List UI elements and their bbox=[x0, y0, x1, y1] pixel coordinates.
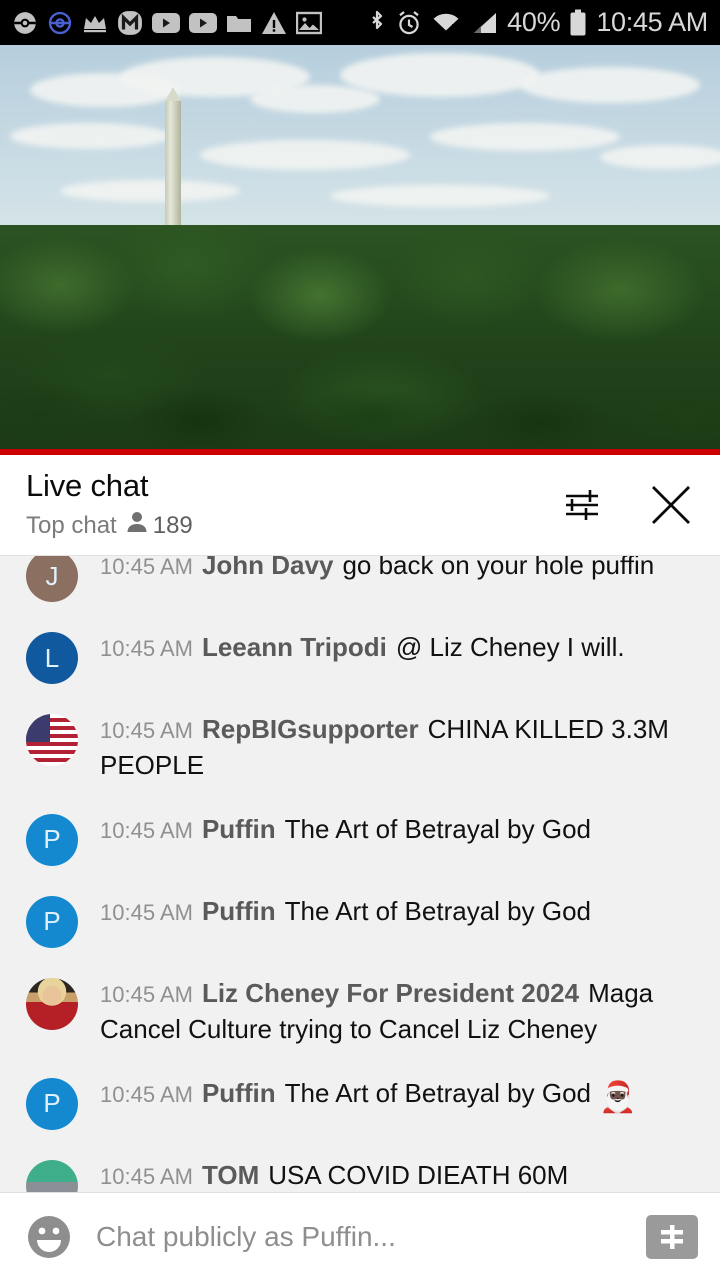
avatar[interactable]: L bbox=[26, 632, 78, 684]
foreground-trees bbox=[0, 375, 720, 455]
cloud-shape bbox=[600, 145, 720, 169]
avatar[interactable] bbox=[26, 977, 78, 1030]
avatar[interactable] bbox=[26, 714, 78, 766]
cloud-shape bbox=[250, 85, 380, 113]
chat-message[interactable]: P 10:45 AM Puffin The Art of Betrayal by Go… bbox=[0, 798, 720, 880]
chat-subtitle-row: Top chat 189 bbox=[26, 510, 560, 541]
message-author[interactable]: Leeann Tripodi bbox=[202, 632, 387, 662]
message-timestamp: 10:45 AM bbox=[100, 1081, 193, 1107]
chat-message-body: 10:45 AM Puffin The Art of Betrayal by God bbox=[100, 812, 702, 848]
status-bar-clock: 10:45 AM bbox=[596, 7, 708, 37]
chat-message[interactable]: P 10:45 AM Puffin The Art of Betrayal by Go… bbox=[0, 1062, 720, 1144]
live-chat-header: Live chat Top chat 189 bbox=[0, 455, 720, 555]
wifi-icon bbox=[431, 11, 461, 35]
cloud-shape bbox=[430, 123, 620, 151]
alarm-clock-icon bbox=[396, 10, 422, 36]
viewer-count: 189 bbox=[126, 510, 193, 541]
message-emoji: 🎅🏿 bbox=[591, 1080, 637, 1114]
chat-message-list[interactable]: J 10:45 AM John Davy go back on your hole p… bbox=[0, 555, 720, 1192]
message-author[interactable]: TOM bbox=[202, 1160, 259, 1190]
chat-message[interactable]: 10:45 AM RepBIGsupporter CHINA KILLED 3.3M… bbox=[0, 698, 720, 798]
page-title: Live chat bbox=[26, 467, 149, 503]
status-bar-system-icons: 40% 10:45 AM bbox=[367, 7, 708, 38]
message-text: go back on your hole puffin bbox=[342, 555, 655, 580]
chat-message[interactable]: P 10:45 AM Puffin The Art of Betrayal by Go… bbox=[0, 880, 720, 962]
chat-input-bar bbox=[0, 1192, 720, 1280]
super-chat-dollar-icon[interactable] bbox=[646, 1214, 698, 1259]
chat-message-body: 10:45 AM TOM USA COVID DIEATH 60M bbox=[100, 1158, 702, 1193]
bluetooth-icon bbox=[367, 9, 387, 37]
message-author[interactable]: Puffin bbox=[202, 1078, 276, 1108]
person-icon bbox=[126, 510, 148, 541]
cloud-shape bbox=[330, 185, 550, 207]
chat-message[interactable]: 10:45 AM Liz Cheney For President 2024 Mag… bbox=[0, 962, 720, 1062]
emoji-smiley-icon[interactable] bbox=[22, 1210, 76, 1264]
status-bar: 40% 10:45 AM bbox=[0, 0, 720, 45]
pokeball-outline-icon bbox=[47, 10, 73, 36]
avatar[interactable]: P bbox=[26, 813, 78, 866]
message-text: USA COVID DIEATH 60M bbox=[268, 1159, 569, 1190]
top-chat-selector[interactable]: Top chat bbox=[26, 512, 117, 540]
chat-header-text: Live chat Top chat 189 bbox=[26, 467, 560, 541]
youtube-play-icon-2 bbox=[189, 12, 217, 33]
viewer-count-label: 189 bbox=[152, 511, 193, 539]
avatar[interactable]: J bbox=[26, 556, 78, 602]
avatar[interactable]: P bbox=[26, 1077, 78, 1130]
message-timestamp: 10:45 AM bbox=[100, 1163, 193, 1189]
chat-message[interactable]: L 10:45 AM Leeann Tripodi @ Liz Cheney I wi… bbox=[0, 616, 720, 698]
avatar[interactable] bbox=[26, 1159, 78, 1192]
message-text: The Art of Betrayal by God bbox=[284, 1077, 591, 1108]
crown-icon bbox=[82, 13, 108, 33]
chat-message-body: 10:45 AM Puffin The Art of Betrayal by God bbox=[100, 894, 702, 930]
cloud-shape bbox=[200, 140, 410, 170]
m-badge-icon bbox=[117, 10, 143, 36]
message-timestamp: 10:45 AM bbox=[100, 555, 193, 579]
chat-input[interactable] bbox=[96, 1220, 646, 1253]
message-text: @ Liz Cheney I will. bbox=[395, 632, 625, 662]
image-icon bbox=[296, 11, 322, 35]
message-author[interactable]: RepBIGsupporter bbox=[202, 714, 419, 744]
chat-message[interactable]: 10:45 AM TOM USA COVID DIEATH 60M bbox=[0, 1144, 720, 1193]
message-timestamp: 10:45 AM bbox=[100, 981, 193, 1007]
close-icon[interactable] bbox=[648, 482, 694, 528]
cell-signal-icon bbox=[470, 11, 498, 35]
status-bar-notification-icons bbox=[12, 10, 322, 36]
message-timestamp: 10:45 AM bbox=[100, 718, 193, 743]
chat-message-body: 10:45 AM Puffin The Art of Betrayal by God… bbox=[100, 1076, 702, 1118]
chat-message-body: 10:45 AM Leeann Tripodi @ Liz Cheney I wil… bbox=[100, 630, 702, 666]
message-timestamp: 10:45 AM bbox=[100, 817, 193, 843]
cloud-shape bbox=[520, 67, 700, 103]
message-author[interactable]: Puffin bbox=[202, 896, 276, 926]
message-timestamp: 10:45 AM bbox=[100, 636, 193, 661]
chat-message-body: 10:45 AM RepBIGsupporter CHINA KILLED 3.3M… bbox=[100, 712, 702, 784]
chat-scroll-container[interactable]: J 10:45 AM John Davy go back on your hole p… bbox=[0, 555, 720, 1193]
chat-settings-icon[interactable] bbox=[560, 483, 604, 527]
youtube-play-icon bbox=[152, 12, 180, 33]
video-player[interactable] bbox=[0, 45, 720, 455]
cloud-shape bbox=[10, 123, 170, 149]
message-author[interactable]: Puffin bbox=[202, 814, 276, 844]
chat-message-body: 10:45 AM Liz Cheney For President 2024 Mag… bbox=[100, 976, 702, 1048]
pokeball-icon bbox=[12, 10, 38, 36]
message-timestamp: 10:45 AM bbox=[100, 899, 193, 925]
chat-message[interactable]: J 10:45 AM John Davy go back on your hole p… bbox=[0, 555, 720, 616]
warning-triangle-icon bbox=[261, 11, 287, 35]
chat-header-actions bbox=[560, 482, 694, 528]
battery-icon bbox=[569, 9, 587, 37]
message-author[interactable]: John Davy bbox=[202, 556, 334, 580]
cloud-shape bbox=[60, 180, 240, 202]
chat-message-body: 10:45 AM John Davy go back on your hole pu… bbox=[100, 555, 702, 584]
message-text: The Art of Betrayal by God bbox=[284, 895, 591, 926]
cloud-shape bbox=[340, 53, 540, 97]
avatar[interactable]: P bbox=[26, 895, 78, 948]
message-text: The Art of Betrayal by God bbox=[284, 813, 591, 844]
battery-percent-label: 40% bbox=[507, 7, 561, 37]
message-author[interactable]: Liz Cheney For President 2024 bbox=[202, 978, 579, 1008]
folder-icon bbox=[226, 12, 252, 34]
